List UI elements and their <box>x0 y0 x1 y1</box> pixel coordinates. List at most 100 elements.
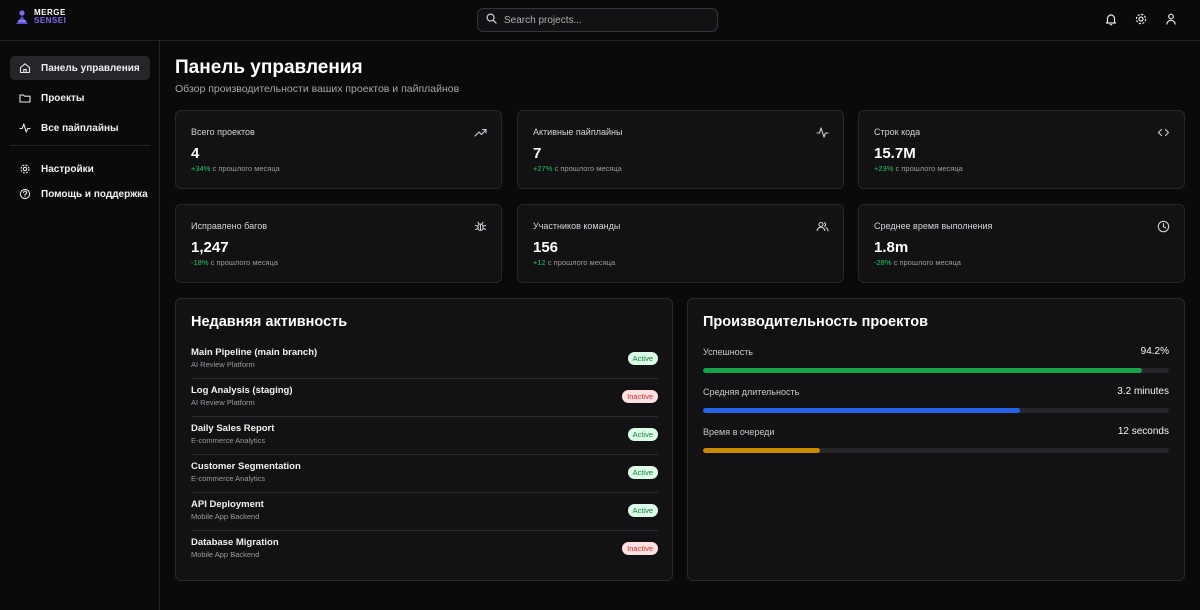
stat-card-team-members: Участников команды 156 +12 с прошлого ме… <box>517 204 844 283</box>
panel-title: Производительность проектов <box>703 314 929 330</box>
stat-change: +34% с прошлого месяца <box>191 164 280 173</box>
status-badge: Inactive <box>622 390 658 403</box>
sidebar-item-settings[interactable]: Настройки <box>10 157 150 181</box>
activity-row[interactable]: Database Migration Mobile App Backend In… <box>191 531 658 569</box>
code-icon <box>1157 128 1170 137</box>
metric-label: Успешность <box>703 347 754 357</box>
activity-project: E-commerce Analytics <box>191 474 266 483</box>
stat-change: -18% с прошлого месяца <box>191 258 278 267</box>
activity-name: Database Migration <box>191 537 279 548</box>
project-performance-panel: Производительность проектов Успешность 9… <box>687 298 1185 581</box>
progress-track <box>703 448 1169 453</box>
stat-value: 156 <box>533 239 559 256</box>
stat-label: Исправлено багов <box>191 221 267 231</box>
stat-card-avg-run-time: Среднее время выполнения 1.8m -28% с про… <box>858 204 1185 283</box>
gear-icon <box>20 164 30 174</box>
status-badge: Active <box>627 352 658 365</box>
stat-change-value: +23% <box>874 164 894 173</box>
stat-change: +23% с прошлого месяца <box>874 164 963 173</box>
progress-fill <box>703 368 1142 373</box>
help-circle-icon <box>19 188 31 200</box>
panel-title: Недавняя активность <box>191 314 348 330</box>
sidebar: Панель управления Проекты Все пайплайны … <box>0 41 160 610</box>
stat-change: -28% с прошлого месяца <box>874 258 961 267</box>
progress-fill <box>703 408 1020 413</box>
sidebar-item-projects[interactable]: Проекты <box>10 86 150 110</box>
stat-label: Среднее время выполнения <box>874 221 993 231</box>
activity-icon <box>19 123 31 133</box>
stat-change-value: +12 <box>533 258 546 267</box>
activity-row[interactable]: Main Pipeline (main branch) AI Review Pl… <box>191 341 658 379</box>
stat-card-active-pipelines: Активные пайплайны 7 +27% с прошлого мес… <box>517 110 844 189</box>
stat-label: Активные пайплайны <box>533 127 623 137</box>
search-box[interactable] <box>477 8 718 32</box>
stat-change-suffix: с прошлого месяца <box>554 164 622 173</box>
stat-value: 1,247 <box>191 239 229 256</box>
status-badge: Inactive <box>622 542 658 555</box>
progress-fill <box>703 448 820 453</box>
sidebar-item-help[interactable]: Помощь и поддержка <box>10 182 150 206</box>
stat-change: +12 с прошлого месяца <box>533 258 615 267</box>
page-title: Панель управления <box>175 57 363 78</box>
user-icon[interactable] <box>1164 12 1178 26</box>
activity-icon <box>816 127 829 138</box>
stat-card-lines-of-code: Строк кода 15.7M +23% с прошлого месяца <box>858 110 1185 189</box>
metric-label: Средняя длительность <box>703 387 800 397</box>
page-subtitle: Обзор производительности ваших проектов … <box>175 83 460 95</box>
stat-change-suffix: с прошлого месяца <box>893 258 961 267</box>
sidebar-item-label: Все пайплайны <box>41 122 119 134</box>
activity-row[interactable]: Customer Segmentation E-commerce Analyti… <box>191 455 658 493</box>
stat-value: 1.8m <box>874 239 909 256</box>
stat-change-suffix: с прошлого месяца <box>212 164 280 173</box>
logo-text-line2: SENSEI <box>34 16 67 25</box>
metric-value: 12 seconds <box>1117 426 1169 437</box>
metric-label: Время в очереди <box>703 427 775 437</box>
stat-change-suffix: с прошлого месяца <box>210 258 278 267</box>
stat-value: 15.7M <box>874 145 916 162</box>
search-icon <box>486 11 497 29</box>
stat-label: Всего проектов <box>191 127 255 137</box>
bug-icon <box>475 221 486 232</box>
bell-icon[interactable] <box>1104 12 1118 26</box>
activity-row[interactable]: Daily Sales Report E-commerce Analytics … <box>191 417 658 455</box>
activity-row[interactable]: Log Analysis (staging) AI Review Platfor… <box>191 379 658 417</box>
sidebar-divider <box>10 145 150 146</box>
logo-mark-icon <box>14 9 30 25</box>
stat-change-value: -18% <box>191 258 209 267</box>
activity-name: Daily Sales Report <box>191 423 275 434</box>
stat-value: 7 <box>533 145 542 162</box>
activity-project: Mobile App Backend <box>191 512 260 521</box>
stat-change-suffix: с прошлого месяца <box>547 258 616 267</box>
activity-project: AI Review Platform <box>191 360 255 369</box>
metric-value: 3.2 minutes <box>1117 386 1169 397</box>
sidebar-item-label: Проекты <box>41 92 85 104</box>
stat-change-value: -28% <box>874 258 892 267</box>
activity-name: Main Pipeline (main branch) <box>191 347 318 358</box>
home-icon <box>19 63 31 74</box>
stat-change-suffix: с прошлого месяца <box>895 164 963 173</box>
sidebar-item-label: Настройки <box>41 163 94 175</box>
metric-value: 94.2% <box>1140 346 1169 357</box>
stat-label: Участников команды <box>533 221 621 231</box>
activity-project: E-commerce Analytics <box>191 436 266 445</box>
activity-row[interactable]: API Deployment Mobile App Backend Active <box>191 493 658 531</box>
activity-project: AI Review Platform <box>191 398 255 407</box>
sidebar-item-pipelines[interactable]: Все пайплайны <box>10 116 150 140</box>
stat-label: Строк кода <box>874 127 921 137</box>
progress-track <box>703 408 1169 413</box>
activity-project: Mobile App Backend <box>191 550 260 559</box>
status-badge: Active <box>627 466 658 479</box>
status-badge: Active <box>627 428 658 441</box>
logo[interactable]: MERGE SENSEI <box>14 9 66 25</box>
stat-change-value: +34% <box>191 164 211 173</box>
gear-icon[interactable] <box>1134 12 1148 26</box>
recent-activity-panel: Недавняя активность Main Pipeline (main … <box>175 298 673 581</box>
search-input[interactable] <box>504 14 704 26</box>
sidebar-item-dashboard[interactable]: Панель управления <box>10 56 150 80</box>
clock-icon <box>1157 220 1170 233</box>
users-icon <box>816 221 829 232</box>
activity-name: API Deployment <box>191 499 264 510</box>
trending-up-icon <box>474 128 487 137</box>
stat-change-value: +27% <box>533 164 553 173</box>
stat-card-total-projects: Всего проектов 4 +34% с прошлого месяца <box>175 110 502 189</box>
